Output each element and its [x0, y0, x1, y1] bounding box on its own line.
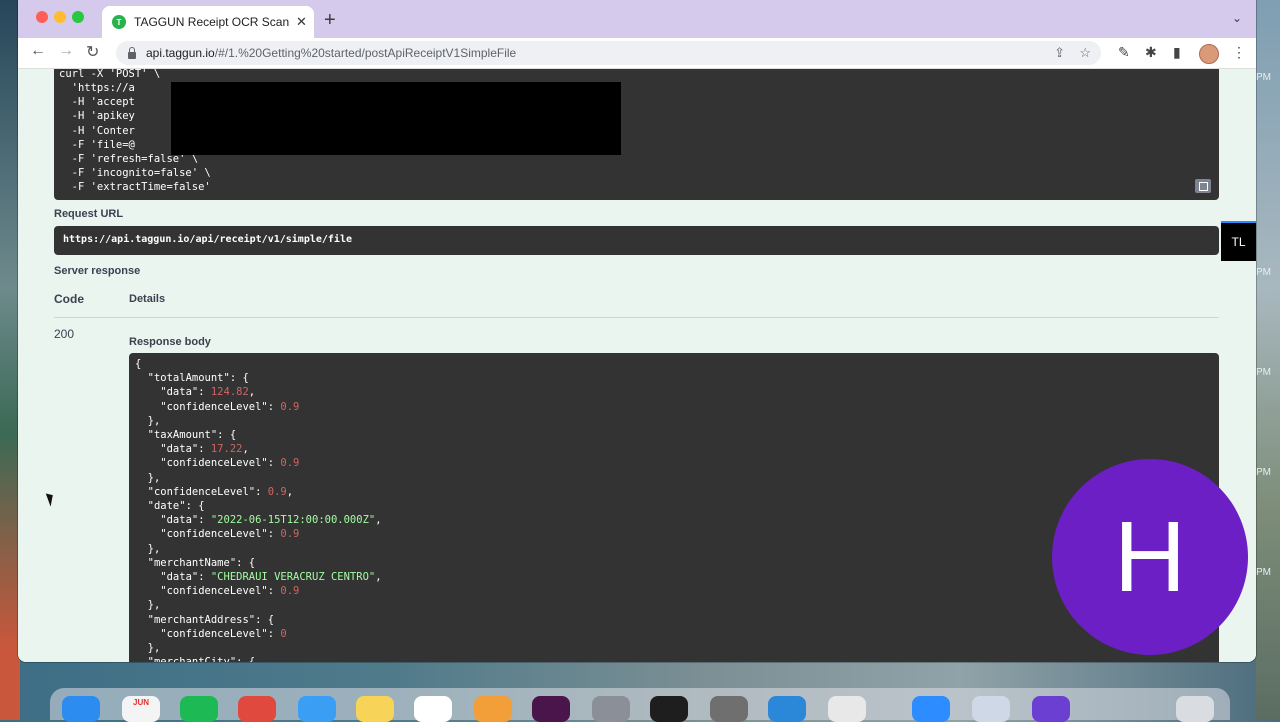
spotify-icon[interactable] — [180, 696, 218, 722]
address-bar[interactable]: api.taggun.io/#/1.%20Getting%20started/p… — [116, 41, 1101, 65]
json-line: }, — [135, 542, 161, 555]
redaction-box — [171, 82, 621, 155]
reload-button[interactable]: ↻ — [86, 42, 99, 62]
calendar-month-label: JUN — [133, 698, 150, 707]
json-line: }, — [135, 642, 161, 654]
side-panel-icon[interactable]: ▮ — [1173, 44, 1181, 61]
server-response-label: Server response — [54, 265, 141, 277]
system-preferences-icon[interactable] — [592, 696, 630, 722]
json-line: "confidenceLevel": 0.9 — [135, 457, 300, 470]
desktop-left-edge — [0, 0, 20, 720]
tab-taggun[interactable]: T TAGGUN Receipt OCR Scannin ✕ — [102, 6, 314, 38]
json-line: "totalAmount": { — [135, 372, 249, 385]
url-text: api.taggun.io/#/1.%20Getting%20started/p… — [146, 46, 517, 60]
json-line: "merchantCity": { — [135, 655, 255, 662]
tab-search-chevron-icon[interactable]: ⌄ — [1232, 11, 1242, 25]
request-url-block: https://api.taggun.io/api/receipt/v1/sim… — [54, 226, 1219, 255]
imovie-icon[interactable] — [1032, 696, 1070, 722]
response-status-code: 200 — [54, 327, 75, 341]
calculator-icon[interactable] — [710, 696, 748, 722]
curl-line: -H 'accept — [59, 96, 135, 108]
json-line: }, — [135, 471, 161, 484]
calendar-icon[interactable]: JUN — [122, 696, 160, 722]
notion-icon[interactable] — [414, 696, 452, 722]
finder-icon[interactable] — [62, 696, 100, 722]
json-line: "data": "CHEDRAUI VERACRUZ CENTRO", — [135, 571, 382, 583]
json-line: "data": 17.22, — [135, 443, 249, 456]
close-window-button[interactable] — [36, 11, 48, 23]
photos-icon[interactable] — [474, 696, 512, 722]
curl-line: -F 'incognito=false' \ — [59, 167, 211, 179]
tab-strip: T TAGGUN Receipt OCR Scannin ✕ + ⌄ — [18, 0, 1256, 38]
taggun-favicon-icon: T — [112, 15, 126, 29]
forward-button[interactable]: → — [58, 42, 74, 60]
json-line: "confidenceLevel": 0 — [135, 627, 287, 640]
zoom-window-button[interactable] — [72, 11, 84, 23]
json-line: { — [135, 358, 142, 370]
json-line: "confidenceLevel": 0.9 — [135, 585, 300, 598]
curl-line: curl -X 'POST' \ — [59, 69, 161, 80]
back-button[interactable]: ← — [30, 42, 46, 60]
curl-line: -F 'extractTime=false' — [59, 181, 211, 193]
request-url-text: https://api.taggun.io/api/receipt/v1/sim… — [63, 234, 352, 245]
response-body-label: Response body — [129, 336, 211, 348]
json-line: "merchantName": { — [135, 556, 256, 569]
desktop-right-edge: PM PM PM PM PM — [1256, 0, 1280, 720]
json-line: "taxAmount": { — [135, 429, 237, 441]
curl-line: 'https://a — [59, 82, 135, 94]
tab-title: TAGGUN Receipt OCR Scannin — [134, 15, 290, 29]
minimize-window-button[interactable] — [54, 11, 66, 23]
close-tab-icon[interactable]: ✕ — [296, 14, 307, 30]
vscode-icon[interactable] — [768, 696, 806, 722]
more-menu-icon[interactable]: ⋮ — [1232, 44, 1246, 61]
zoom-icon[interactable] — [912, 696, 950, 722]
response-body-block: { "totalAmount": { "data": 124.82, "conf… — [129, 353, 1219, 662]
request-url-label: Request URL — [54, 208, 124, 220]
browser-toolbar: ← → ↻ api.taggun.io/#/1.%20Getting%20sta… — [18, 38, 1256, 69]
bookmark-star-icon[interactable]: ☆ — [1079, 45, 1091, 61]
share-icon[interactable]: ⇪ — [1054, 45, 1065, 61]
json-line: "confidenceLevel": 0.9 — [135, 528, 300, 541]
preview-icon[interactable] — [972, 696, 1010, 722]
curl-line: -H 'apikey — [59, 110, 135, 122]
desktop-time-label: PM — [1256, 267, 1271, 278]
slack-icon[interactable] — [532, 696, 570, 722]
copy-to-clipboard-icon[interactable] — [1195, 179, 1211, 193]
curl-line: -H 'Conter — [59, 125, 135, 137]
curl-command-block: curl -X 'POST' \ 'https://a -H 'accept -… — [54, 69, 1219, 200]
desktop-time-label: PM — [1256, 567, 1271, 578]
app-grid-icon[interactable] — [828, 696, 866, 722]
safari-icon[interactable] — [298, 696, 336, 722]
desktop-time-label: PM — [1256, 72, 1271, 83]
curl-line: -F 'file=@ — [59, 139, 135, 151]
json-line: "data": 124.82, — [135, 386, 256, 399]
desktop-time-label: PM — [1256, 367, 1271, 378]
json-line: }, — [135, 599, 161, 612]
details-column-header: Details — [129, 293, 166, 305]
notes-icon[interactable] — [356, 696, 394, 722]
json-line: "merchantAddress": { — [135, 613, 275, 626]
json-line: "data": "2022-06-15T12:00:00.000Z", — [135, 514, 382, 527]
lock-icon — [128, 46, 136, 59]
json-line: "date": { — [135, 500, 205, 512]
terminal-icon[interactable] — [650, 696, 688, 722]
json-line: }, — [135, 414, 161, 427]
table-divider — [54, 317, 1219, 318]
new-tab-button[interactable]: + — [324, 9, 336, 32]
json-line: "confidenceLevel": 0.9 — [135, 400, 300, 413]
trash-icon[interactable] — [1176, 696, 1214, 722]
extension-pen-icon[interactable]: ✎ — [1118, 44, 1130, 61]
profile-avatar[interactable] — [1199, 44, 1219, 64]
desktop-time-label: PM — [1256, 467, 1271, 478]
extension-floating-badge[interactable]: TL — [1221, 221, 1256, 261]
json-line: "confidenceLevel": 0.9, — [135, 485, 294, 498]
extensions-puzzle-icon[interactable]: ✱ — [1145, 44, 1157, 61]
chrome-icon[interactable] — [238, 696, 276, 722]
code-column-header: Code — [54, 292, 84, 306]
participant-avatar: H — [1052, 459, 1248, 655]
